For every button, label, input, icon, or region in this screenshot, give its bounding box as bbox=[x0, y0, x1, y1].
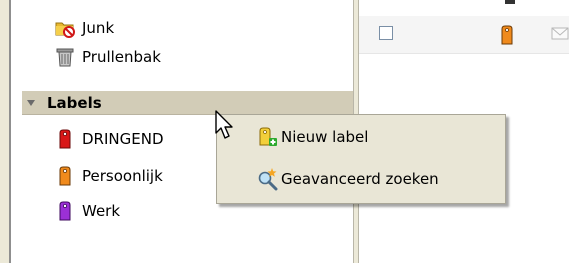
label-name-persoonlijk: Persoonlijk bbox=[82, 167, 163, 185]
label-item-werk[interactable]: Werk bbox=[54, 200, 120, 222]
menu-item-label: Geavanceerd zoeken bbox=[281, 170, 439, 188]
advanced-search-icon bbox=[255, 167, 279, 191]
label-item-dringend[interactable]: DRINGEND bbox=[54, 128, 164, 150]
mouse-pointer-icon bbox=[215, 110, 237, 146]
envelope-icon bbox=[551, 25, 569, 45]
menu-item-label: Nieuw label bbox=[281, 128, 369, 146]
message-row[interactable] bbox=[359, 16, 569, 54]
label-name-werk: Werk bbox=[82, 202, 121, 220]
tag-orange-icon bbox=[54, 165, 76, 187]
context-menu: Nieuw label Geavanceerd zoeken bbox=[216, 114, 506, 204]
labels-section-header[interactable]: Labels bbox=[22, 91, 353, 115]
menu-item-nieuw-label[interactable]: Nieuw label bbox=[217, 124, 505, 150]
column-header-fragment bbox=[505, 0, 515, 4]
junk-folder-icon bbox=[54, 17, 76, 39]
folder-label-junk: Junk bbox=[82, 19, 115, 37]
message-select-checkbox[interactable] bbox=[379, 26, 393, 40]
tag-orange-icon bbox=[499, 24, 515, 50]
folder-item-prullenbak[interactable]: Prullenbak bbox=[54, 46, 161, 68]
tag-purple-icon bbox=[54, 200, 76, 222]
label-item-persoonlijk[interactable]: Persoonlijk bbox=[54, 165, 163, 187]
labels-section-title: Labels bbox=[47, 93, 102, 112]
label-name-dringend: DRINGEND bbox=[82, 130, 164, 148]
collapse-arrow-icon[interactable] bbox=[27, 99, 35, 106]
folder-item-junk[interactable]: Junk bbox=[54, 17, 114, 39]
new-label-icon bbox=[255, 125, 279, 149]
tag-red-icon bbox=[54, 128, 76, 150]
menu-item-geavanceerd-zoeken[interactable]: Geavanceerd zoeken bbox=[217, 166, 505, 192]
window-left-edge bbox=[0, 0, 9, 263]
folder-label-prullenbak: Prullenbak bbox=[82, 48, 161, 66]
trash-icon bbox=[54, 46, 76, 68]
